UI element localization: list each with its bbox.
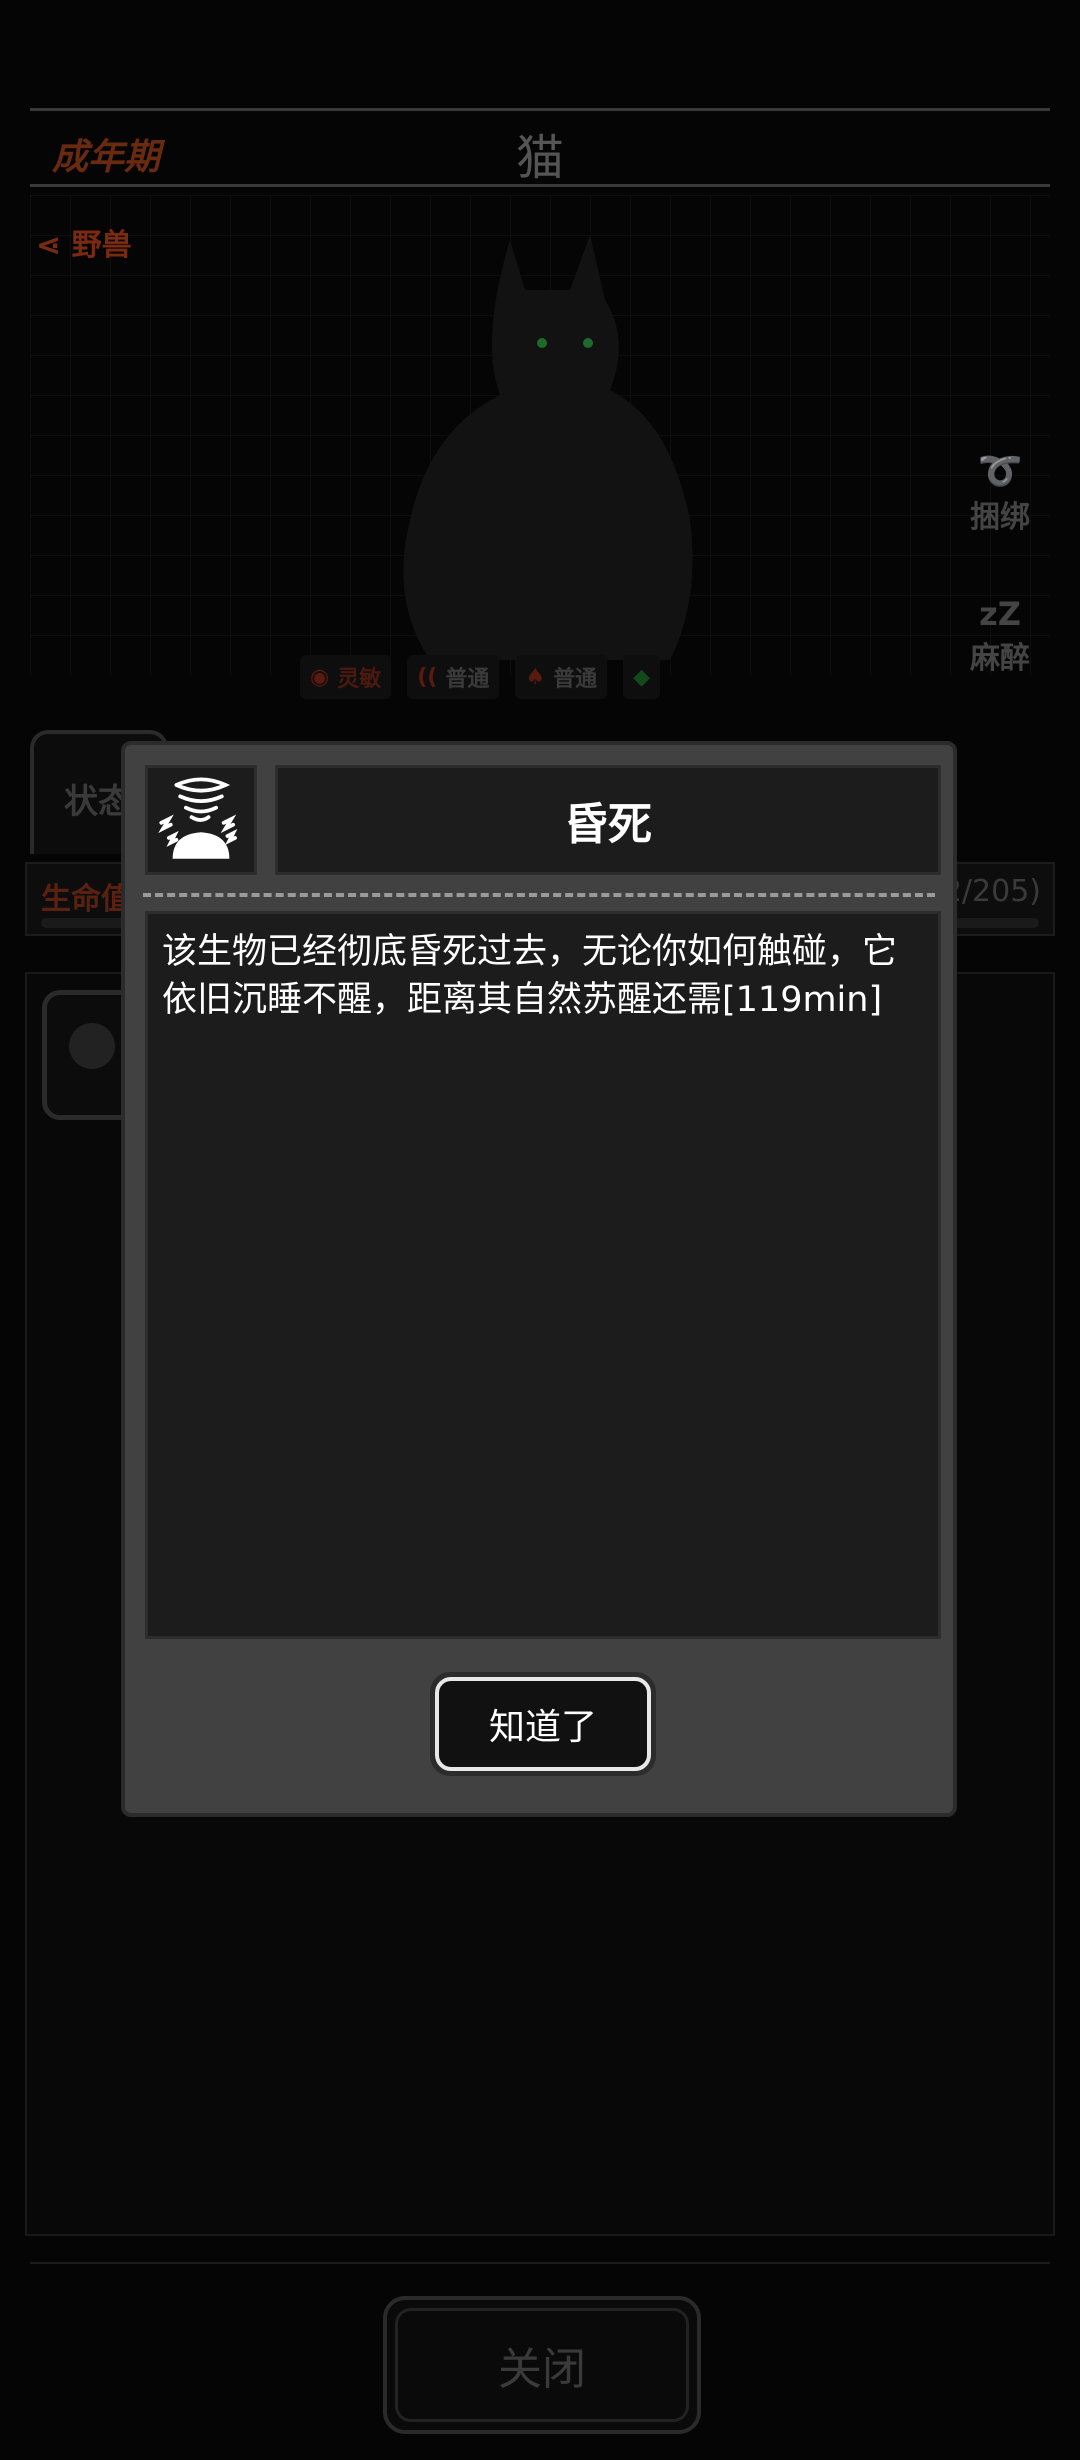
close-button[interactable]: 关闭 (383, 2296, 701, 2434)
bind-action[interactable]: ➰ 捆绑 (970, 450, 1030, 536)
status-dialog: 昏死 该生物已经彻底昏死过去，无论你如何触碰，它依旧沉睡不醒，距离其自然苏醒还需… (121, 741, 957, 1817)
dashed-divider (143, 893, 935, 897)
question-icon: ◆ (633, 664, 651, 690)
dialog-description: 该生物已经彻底昏死过去，无论你如何触碰，它依旧沉睡不醒，距离其自然苏醒还需[11… (145, 911, 941, 1639)
eye-icon: ◉ (310, 664, 330, 690)
status-icon-box (145, 765, 257, 875)
header-bottom-line (30, 184, 1050, 187)
ear-icon: (( (417, 664, 438, 690)
rope-icon: ➰ (977, 451, 1023, 492)
cat-image (403, 235, 693, 660)
header-top-line (30, 108, 1050, 111)
person-icon (69, 1023, 115, 1069)
sense-sight[interactable]: ◉ 灵敏 (300, 655, 392, 699)
sense-smell[interactable]: ♠ 普通 (515, 655, 608, 699)
dialog-title: 昏死 (275, 765, 941, 875)
anesthetize-action-label: 麻醉 (970, 641, 1030, 676)
sense-sight-label: 灵敏 (337, 667, 382, 692)
stun-tornado-icon (158, 777, 238, 859)
bind-action-label: 捆绑 (970, 500, 1030, 535)
confirm-button-label: 知道了 (435, 1677, 651, 1771)
sense-hearing[interactable]: (( 普通 (407, 655, 500, 699)
sense-unknown[interactable]: ◆ (623, 655, 661, 699)
senses-row: ◉ 灵敏 (( 普通 ♠ 普通 ◆ (300, 655, 661, 699)
hp-label: 生命值 (41, 882, 131, 917)
creature-type-label: 野兽 (71, 228, 132, 263)
sense-hearing-label: 普通 (445, 667, 490, 692)
anesthetize-action[interactable]: z​Z 麻醉 (970, 595, 1030, 677)
creature-name: 猫 (515, 130, 564, 186)
nose-icon: ♠ (525, 664, 546, 690)
share-icon: ⋖ (36, 228, 62, 263)
close-button-inner-border (395, 2308, 689, 2422)
sleep-zz-icon: z​Z (979, 595, 1021, 633)
confirm-button[interactable]: 知道了 (430, 1672, 656, 1776)
hp-value: 2/205) (942, 874, 1041, 909)
creature-type-tag[interactable]: ⋖ 野兽 (36, 220, 132, 264)
sense-smell-label: 普通 (553, 667, 598, 692)
footer-line (30, 2262, 1050, 2264)
